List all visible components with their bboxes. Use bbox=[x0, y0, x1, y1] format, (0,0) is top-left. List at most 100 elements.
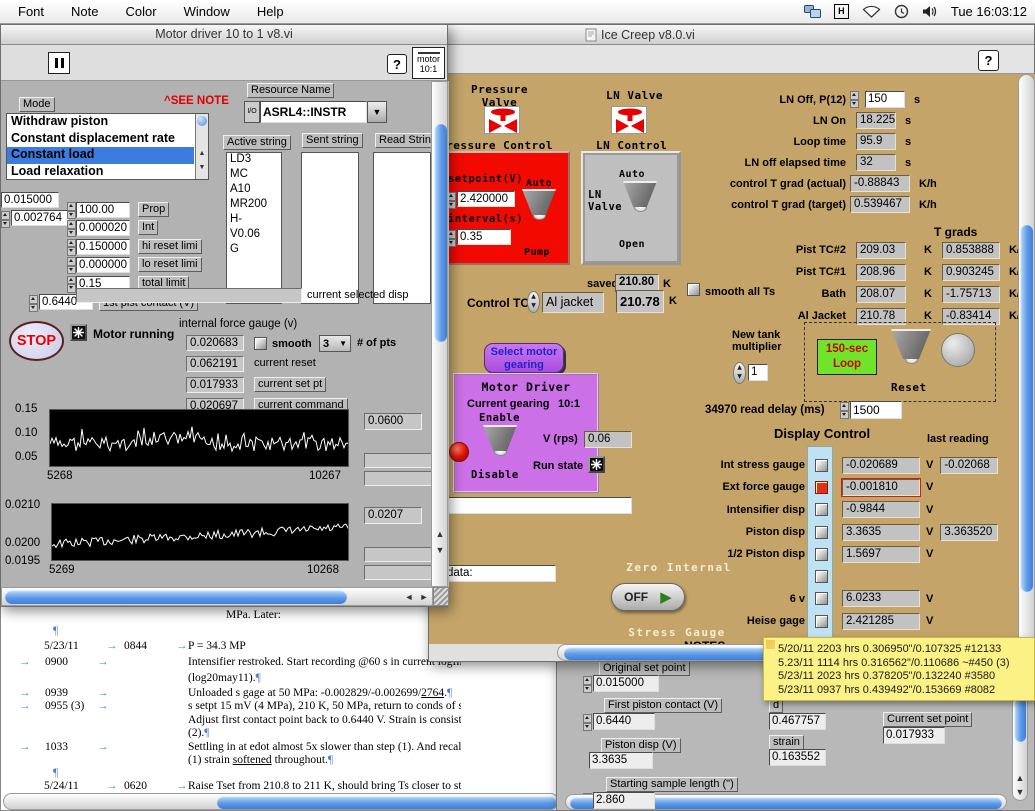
contact-spinner[interactable] bbox=[29, 295, 38, 312]
bottom-scrollbar-thumb[interactable] bbox=[1014, 698, 1026, 742]
display-checkbox[interactable] bbox=[815, 459, 828, 472]
help-button[interactable]: ? bbox=[387, 54, 407, 74]
sticky-note-overlay[interactable]: 5/20/11 2203 hrs 0.306950"/0.107325 #121… bbox=[763, 637, 1035, 701]
motor-horizontal-scrollbar[interactable]: ◄ ► bbox=[1, 587, 433, 606]
reset-knob[interactable] bbox=[891, 329, 931, 364]
ice-creep-titlebar[interactable]: Ice Creep v8.0.vi bbox=[429, 25, 1034, 45]
starting-sample-length-field[interactable]: 2.860 bbox=[593, 792, 655, 809]
log-text-area[interactable]: won’t makeMPa. Later:¶5/23/11→0844→P = 3… bbox=[1, 586, 461, 811]
sent-string-list[interactable] bbox=[301, 152, 359, 304]
menu-item[interactable]: Help bbox=[257, 4, 284, 19]
mode-listbox[interactable]: Withdraw pistonConstant displacement rat… bbox=[6, 113, 209, 180]
display-checkbox[interactable] bbox=[815, 526, 828, 539]
scroll-down-arrow[interactable]: ▼ bbox=[1013, 786, 1027, 798]
read-string-list[interactable] bbox=[373, 152, 431, 304]
scroll-left-arrow[interactable]: ◄ bbox=[402, 591, 416, 603]
display-checkbox[interactable] bbox=[815, 592, 828, 605]
string-item[interactable]: H- bbox=[227, 213, 281, 228]
ice-vertical-scrollbar[interactable] bbox=[1018, 74, 1035, 644]
motor-titlebar[interactable]: Motor driver 10 to 1 v8.vi bbox=[1, 25, 447, 45]
motor-running-led[interactable] bbox=[70, 324, 87, 341]
scroll-right-arrow[interactable]: ► bbox=[417, 591, 431, 603]
control-tc-channel[interactable]: Al jacket bbox=[542, 292, 604, 313]
num-pts-dropdown[interactable]: 3▼ bbox=[319, 335, 351, 352]
pid-value-field[interactable]: 0.000020 bbox=[76, 220, 130, 236]
pid-value-field[interactable]: 0.000000 bbox=[76, 257, 130, 273]
mode-item[interactable]: Constant displacement rate bbox=[7, 131, 194, 148]
string-item[interactable]: MR200 bbox=[227, 198, 281, 213]
setpoint-field[interactable]: 2.420000 bbox=[457, 191, 515, 207]
scroll-up-arrow[interactable]: ▲ bbox=[433, 528, 447, 540]
pid-value-field[interactable]: 100.00 bbox=[76, 202, 130, 218]
pause-button[interactable] bbox=[48, 52, 70, 74]
ice-v-scrollbar-thumb[interactable] bbox=[1020, 225, 1033, 592]
volume-icon[interactable] bbox=[922, 5, 938, 18]
setpoint-num-field[interactable]: 0.015000 bbox=[1, 192, 59, 208]
resource-name-combo[interactable]: I/O ASRL4::INSTR ▼ bbox=[244, 101, 387, 123]
vi-icon-button[interactable]: motor 10:1 bbox=[412, 47, 445, 79]
display-checkbox[interactable] bbox=[815, 570, 828, 583]
first-piston-contact-field[interactable]: 0.6440 bbox=[593, 713, 655, 730]
scroll-up-arrow[interactable]: ▲ bbox=[1013, 772, 1027, 784]
help-button[interactable]: ? bbox=[978, 50, 999, 71]
active-string-list[interactable]: LD3MCA10MR200H-V0.06G bbox=[226, 152, 282, 304]
menu-item[interactable]: Window bbox=[184, 4, 230, 19]
num2-spinner[interactable] bbox=[1, 211, 10, 228]
motor-vertical-scrollbar[interactable]: ▲ ▼ bbox=[431, 81, 448, 587]
spinner[interactable] bbox=[67, 239, 76, 256]
listbox-scroll-thumb[interactable] bbox=[197, 116, 207, 126]
tank-multiplier-field[interactable]: 1 bbox=[748, 364, 768, 381]
wifi-icon[interactable] bbox=[862, 5, 881, 18]
combo-dropdown-arrow[interactable]: ▼ bbox=[367, 101, 387, 123]
read-delay-field[interactable]: 1500 bbox=[850, 401, 902, 419]
string-item[interactable]: A10 bbox=[227, 183, 281, 198]
resource-name-value[interactable]: ASRL4::INSTR bbox=[260, 101, 367, 123]
resize-grip[interactable] bbox=[433, 587, 449, 606]
menu-item[interactable]: Color bbox=[125, 4, 156, 19]
stop-button[interactable]: STOP bbox=[9, 321, 64, 361]
spinner[interactable] bbox=[67, 257, 76, 274]
pressure-valve-knob[interactable] bbox=[522, 189, 556, 220]
command-string-field[interactable] bbox=[448, 497, 632, 514]
select-motor-gearing-button[interactable]: Select motor gearing bbox=[484, 343, 564, 373]
listbox-up-arrow[interactable]: ▲ bbox=[195, 148, 209, 160]
ln-valve-knob[interactable] bbox=[623, 181, 657, 212]
control-tc-spinner[interactable]: ▲▼ bbox=[527, 291, 540, 313]
mode-listbox-scrollbar[interactable]: ▲ ▼ bbox=[195, 114, 208, 179]
string-item[interactable]: LD3 bbox=[227, 153, 281, 168]
scroll-down-arrow[interactable]: ▼ bbox=[433, 544, 447, 556]
interval-field[interactable]: 0.35 bbox=[457, 229, 511, 245]
motor-v-scrollbar-thumb[interactable] bbox=[434, 124, 447, 342]
menu-clock[interactable]: Tue 16:03:12 bbox=[951, 4, 1027, 19]
display-checkbox[interactable] bbox=[815, 548, 828, 561]
mode-item[interactable]: Withdraw piston bbox=[7, 114, 194, 131]
menu-item[interactable]: Note bbox=[71, 4, 98, 19]
mode-item[interactable]: Constant load bbox=[7, 147, 194, 164]
smooth-checkbox[interactable] bbox=[254, 337, 267, 350]
mode-item[interactable]: Load relaxation bbox=[7, 164, 194, 181]
run-state-led[interactable] bbox=[588, 456, 605, 473]
spinner[interactable] bbox=[67, 202, 76, 219]
displays-icon[interactable] bbox=[804, 5, 821, 18]
doc-horizontal-scrollbar[interactable] bbox=[3, 793, 559, 810]
display-checkbox[interactable] bbox=[815, 503, 828, 516]
loop-circle-button[interactable] bbox=[941, 333, 975, 367]
enable-disable-knob[interactable] bbox=[483, 425, 517, 456]
data-path-field[interactable]: data: bbox=[444, 565, 556, 582]
zero-internal-toggle[interactable]: OFF ▶ bbox=[611, 583, 685, 611]
num2-field[interactable]: 0.002764 bbox=[11, 210, 69, 226]
pid-value-field[interactable]: 0.150000 bbox=[76, 239, 130, 255]
spinner[interactable] bbox=[850, 91, 859, 108]
doc-scrollbar-thumb[interactable] bbox=[217, 796, 557, 809]
string-item[interactable]: V0.06 bbox=[227, 228, 281, 243]
motor-h-scrollbar-thumb[interactable] bbox=[5, 590, 347, 604]
first-piston-contact-spinner[interactable] bbox=[583, 714, 592, 731]
display-checkbox[interactable] bbox=[815, 615, 828, 628]
menu-item[interactable]: Font bbox=[18, 4, 44, 19]
spinner[interactable] bbox=[67, 276, 76, 293]
tank-multiplier-spinner[interactable]: ▲▼ bbox=[733, 362, 746, 384]
time-machine-icon[interactable] bbox=[894, 4, 909, 19]
spinner[interactable] bbox=[67, 220, 76, 237]
listbox-down-arrow[interactable]: ▼ bbox=[195, 162, 209, 174]
string-item[interactable]: MC bbox=[227, 168, 281, 183]
